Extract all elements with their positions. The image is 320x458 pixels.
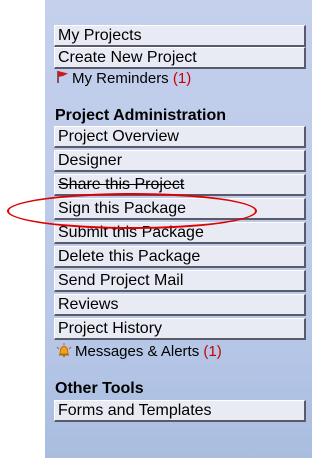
messages-alerts-link[interactable]: Messages & Alerts (1) — [56, 343, 222, 361]
send-project-mail-label: Send Project Mail — [58, 272, 184, 289]
reviews-label: Reviews — [58, 296, 119, 313]
project-overview-label: Project Overview — [58, 128, 179, 145]
designer-button[interactable]: Designer — [54, 150, 306, 172]
messages-alerts-label: Messages & Alerts — [75, 343, 200, 360]
submit-package-button[interactable]: Submit this Package — [54, 222, 306, 244]
create-new-project-label: Create New Project — [58, 49, 197, 66]
other-tools-heading: Other Tools — [55, 380, 144, 397]
alert-bell-icon — [56, 343, 72, 361]
create-new-project-button[interactable]: Create New Project — [54, 47, 306, 69]
my-reminders-link[interactable]: My Reminders (1) — [56, 70, 191, 88]
send-project-mail-button[interactable]: Send Project Mail — [54, 270, 306, 292]
reviews-button[interactable]: Reviews — [54, 294, 306, 316]
project-overview-button[interactable]: Project Overview — [54, 126, 306, 148]
forms-templates-label: Forms and Templates — [58, 402, 212, 419]
my-reminders-label: My Reminders — [72, 70, 169, 87]
share-project-label: Share this Project — [58, 176, 185, 193]
designer-label: Designer — [58, 152, 123, 169]
messages-alerts-count: (1) — [203, 343, 222, 360]
project-history-button[interactable]: Project History — [54, 318, 306, 340]
delete-package-label: Delete this Package — [58, 248, 201, 265]
my-projects-button[interactable]: My Projects — [54, 25, 306, 47]
my-reminders-count: (1) — [172, 70, 192, 87]
share-project-button[interactable]: Share this Project — [54, 174, 306, 196]
sign-package-button[interactable]: Sign this Package — [54, 198, 306, 220]
forms-templates-button[interactable]: Forms and Templates — [54, 400, 306, 422]
project-administration-heading: Project Administration — [55, 107, 226, 124]
delete-package-button[interactable]: Delete this Package — [54, 246, 306, 268]
sign-package-label: Sign this Package — [58, 200, 187, 217]
submit-package-label: Submit this Package — [58, 224, 204, 241]
red-flag-icon — [56, 70, 69, 88]
my-projects-label: My Projects — [58, 27, 142, 44]
project-history-label: Project History — [58, 320, 163, 337]
